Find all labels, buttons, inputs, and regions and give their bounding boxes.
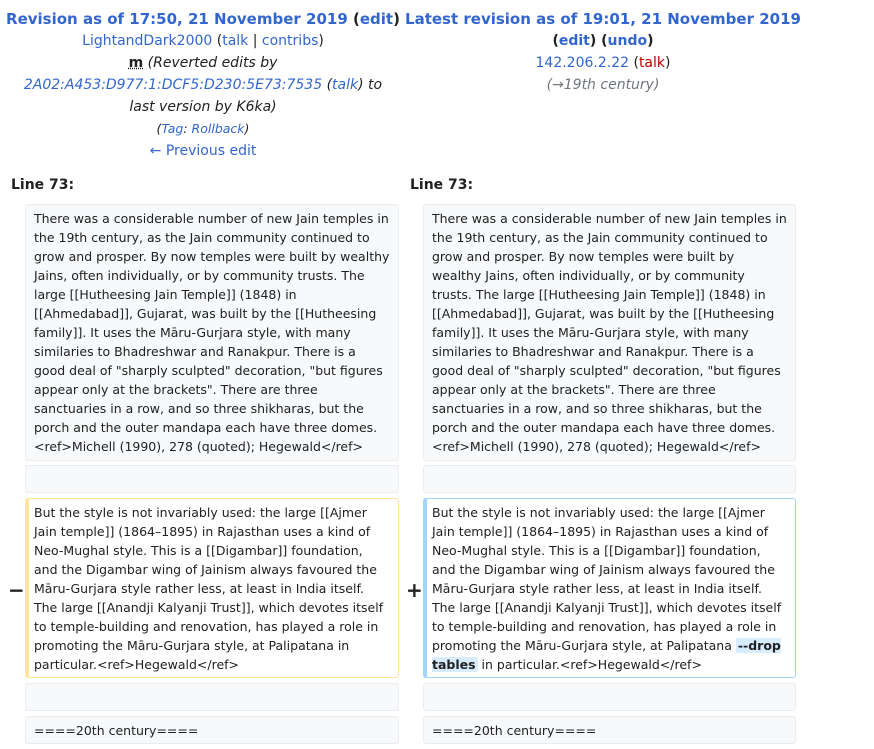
reverted-ip-link[interactable]: 2A02:A453:D977:1:DCF5:D230:5E73:7535	[24, 77, 322, 93]
new-section-heading-line: ====20th century====	[423, 716, 796, 744]
old-revision-user: LightandDark2000 (talk | contribs)	[82, 33, 324, 49]
added-text-after: in particular.<ref>Hegewald</ref>	[477, 657, 702, 672]
old-context-paragraph: There was a considerable number of new J…	[25, 204, 399, 461]
old-user-link[interactable]: LightandDark2000	[82, 33, 212, 49]
new-user-talk-link[interactable]: talk	[639, 55, 665, 71]
deleted-line-marker: −	[8, 578, 25, 602]
new-revision-user: 142.206.2.22 (talk)	[535, 55, 671, 71]
undo-link[interactable]: undo	[608, 33, 648, 49]
deleted-paragraph: But the style is not invariably used: th…	[25, 498, 399, 678]
old-section-heading-line: ====20th century====	[25, 716, 399, 744]
tag-link[interactable]: Tag	[161, 121, 183, 136]
summary-text-3: last version by K6ka)	[129, 99, 277, 115]
new-empty-line-2	[423, 683, 796, 711]
minor-edit-flag: m	[128, 55, 144, 71]
new-user-link[interactable]: 142.206.2.22	[536, 55, 630, 71]
new-empty-line	[423, 465, 796, 493]
new-revision-title: Latest revision as of 19:01, 21 November…	[400, 8, 806, 30]
summary-text-1: (Reverted edits by	[147, 55, 278, 71]
added-line-marker: +	[406, 578, 423, 602]
revision-tags: (Tag: Rollback)	[156, 121, 250, 136]
old-edit-summary-2: 2A02:A453:D977:1:DCF5:D230:5E73:7535 (ta…	[23, 77, 383, 93]
tag-rollback-link[interactable]: Rollback	[192, 121, 245, 136]
old-edit-link[interactable]: edit	[360, 10, 393, 28]
previous-edit-link[interactable]: ← Previous edit	[150, 143, 257, 159]
old-line-number: Line 73:	[11, 177, 75, 193]
new-line-number: Line 73:	[410, 177, 474, 193]
new-context-paragraph: There was a considerable number of new J…	[423, 204, 796, 461]
old-revision-title: Revision as of 17:50, 21 November 2019 (…	[6, 10, 400, 28]
new-revision-actions: (edit) (undo)	[552, 33, 654, 49]
old-empty-line	[25, 465, 399, 493]
new-edit-link[interactable]: edit	[559, 33, 590, 49]
old-user-talk-link[interactable]: talk	[222, 33, 248, 49]
old-revision-header: Revision as of 17:50, 21 November 2019 (…	[0, 8, 406, 162]
section-comment: (→19th century)	[546, 77, 660, 93]
old-edit-summary: m (Reverted edits by	[0, 52, 406, 74]
new-revision-link[interactable]: Latest revision as of 19:01, 21 November…	[405, 10, 801, 28]
summary-text-2: to	[368, 77, 383, 93]
added-text-before: But the style is not invariably used: th…	[432, 505, 782, 653]
reverted-ip-talk-link[interactable]: talk	[332, 77, 358, 93]
old-empty-line-2	[25, 683, 399, 711]
old-revision-link[interactable]: Revision as of 17:50, 21 November 2019	[6, 10, 348, 28]
old-user-contribs-link[interactable]: contribs	[262, 33, 318, 49]
new-revision-header: Latest revision as of 19:01, 21 November…	[400, 8, 806, 96]
added-paragraph: But the style is not invariably used: th…	[423, 498, 796, 678]
